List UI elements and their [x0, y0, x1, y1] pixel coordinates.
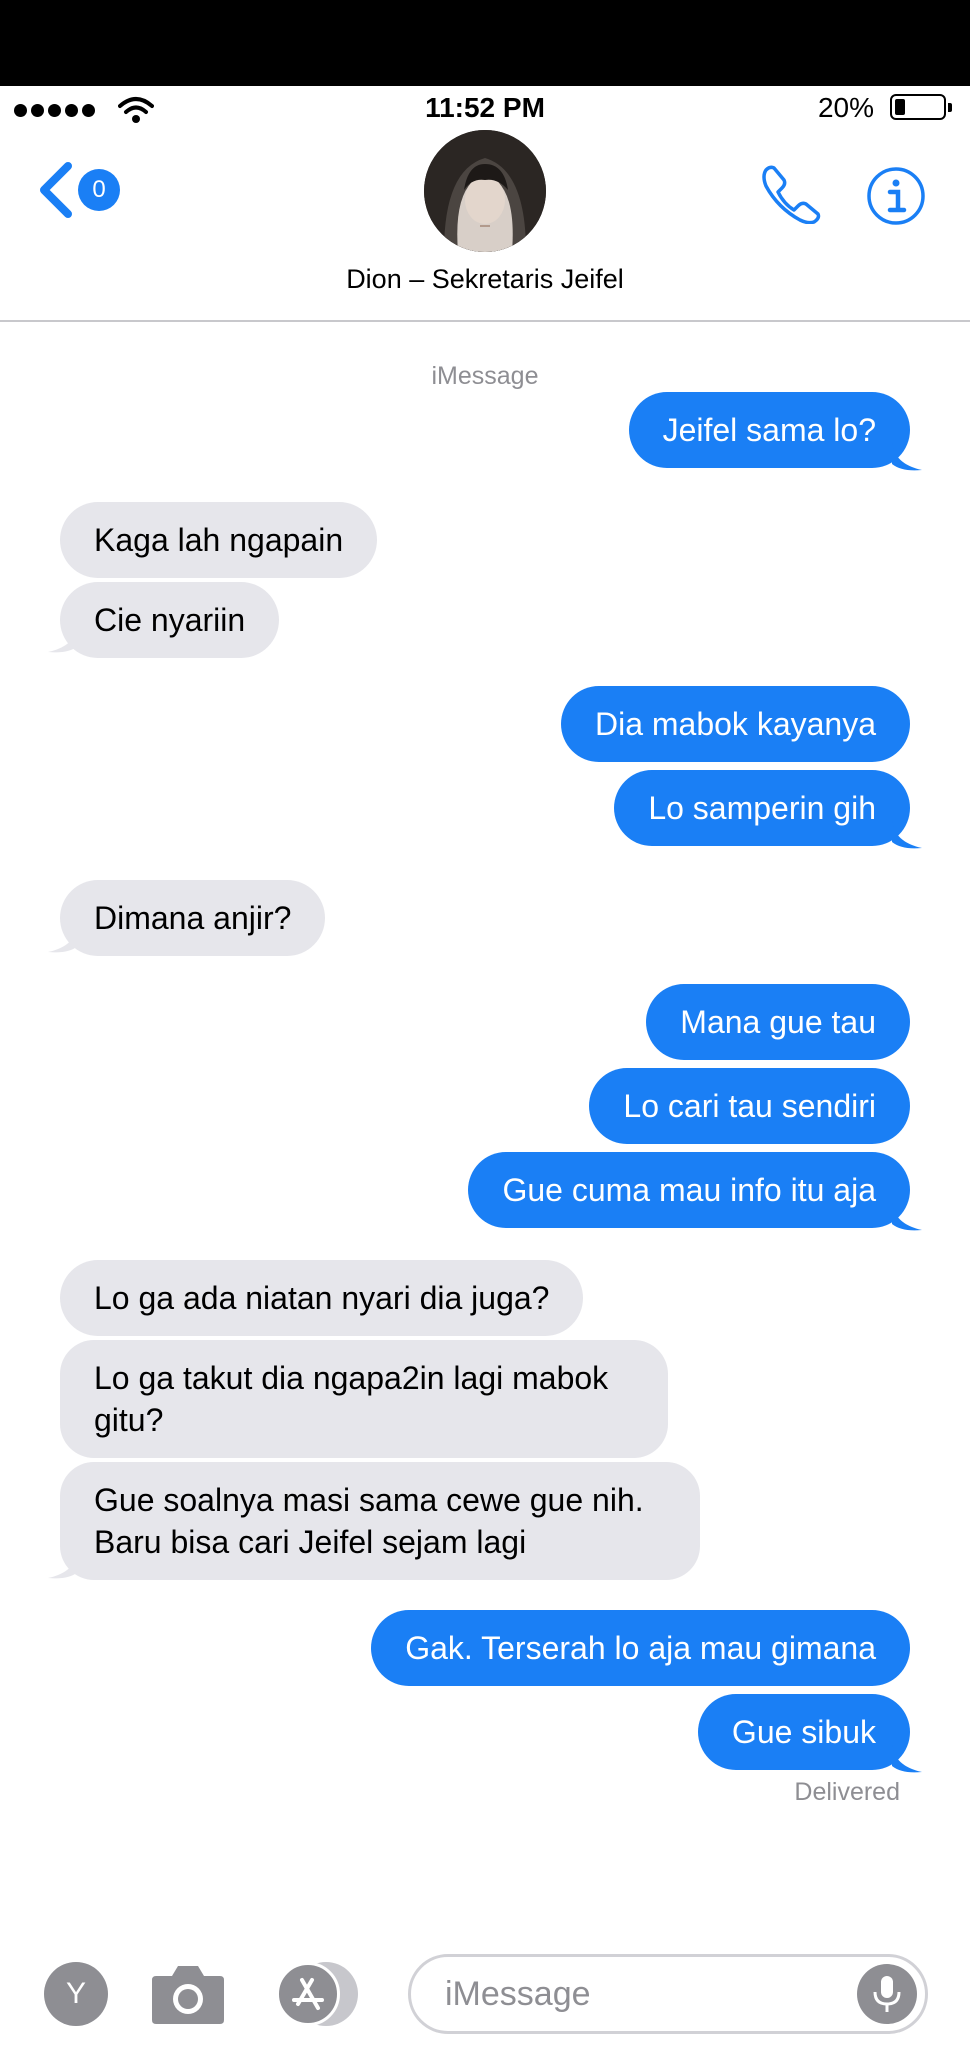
composer-bar: Y iMessage [0, 1930, 970, 2048]
message-bubble-outgoing[interactable]: Gak. Terserah lo aja mau gimana [371, 1610, 910, 1686]
contact-avatar[interactable] [424, 130, 546, 252]
battery-percentage: 20% [817, 92, 874, 123]
microphone-button[interactable] [857, 1964, 917, 2024]
phone-icon[interactable] [760, 162, 822, 224]
camera-icon[interactable] [150, 1960, 226, 2026]
app-drawer-button[interactable]: Y [44, 1962, 108, 2026]
message-bubble-incoming[interactable]: Lo ga ada niatan nyari dia juga? [60, 1260, 584, 1336]
message-bubble-outgoing[interactable]: Gue sibuk [697, 1694, 910, 1770]
bubble-tail [48, 624, 78, 653]
info-icon[interactable] [866, 166, 926, 226]
message-input[interactable]: iMessage [408, 1954, 928, 2034]
message-bubble-incoming[interactable]: Kaga lah ngapain [60, 502, 378, 578]
message-bubble-incoming[interactable]: Gue soalnya masi sama cewe gue nih. Baru… [60, 1462, 700, 1580]
message-bubble-outgoing[interactable]: Gue cuma mau info itu aja [468, 1152, 910, 1228]
message-bubble-outgoing[interactable]: Mana gue tau [646, 984, 910, 1060]
message-bubble-outgoing[interactable]: Jeifel sama lo? [628, 392, 910, 468]
bubble-tail [892, 1744, 922, 1773]
app-store-button[interactable] [276, 1962, 364, 2026]
contact-name[interactable]: Dion – Sekretaris Jeifel [0, 264, 970, 295]
delivered-status: Delivered [794, 1778, 900, 1806]
battery-icon [890, 94, 952, 120]
unread-badge: 0 [78, 169, 120, 211]
back-button[interactable]: 0 [38, 162, 120, 218]
message-bubble-outgoing[interactable]: Lo cari tau sendiri [589, 1068, 910, 1144]
bubble-tail [892, 442, 922, 471]
message-bubble-incoming[interactable]: Dimana anjir? [60, 880, 326, 956]
message-bubble-incoming[interactable]: Cie nyariin [60, 582, 280, 658]
message-input-placeholder: iMessage [445, 1975, 591, 2013]
top-black-bar [0, 0, 970, 86]
status-bar: 11:52 PM 20% [0, 86, 970, 130]
bubble-tail [48, 1550, 78, 1579]
message-bubble-incoming[interactable]: Lo ga takut dia ngapa2in lagi mabok gitu… [60, 1340, 668, 1458]
conversation-header: 0 Dion – Sekretaris Jeifel [0, 130, 970, 322]
bubble-tail [892, 820, 922, 849]
bubble-tail [48, 924, 78, 953]
message-bubble-outgoing[interactable]: Lo samperin gih [614, 770, 910, 846]
avatar-image [424, 130, 546, 252]
service-label: iMessage [431, 362, 539, 390]
microphone-icon [873, 1976, 901, 2012]
back-chevron-icon [40, 162, 72, 218]
app-store-icon [292, 1978, 324, 2010]
bubble-tail [892, 1202, 922, 1231]
message-bubble-outgoing[interactable]: Dia mabok kayanya [560, 686, 910, 762]
